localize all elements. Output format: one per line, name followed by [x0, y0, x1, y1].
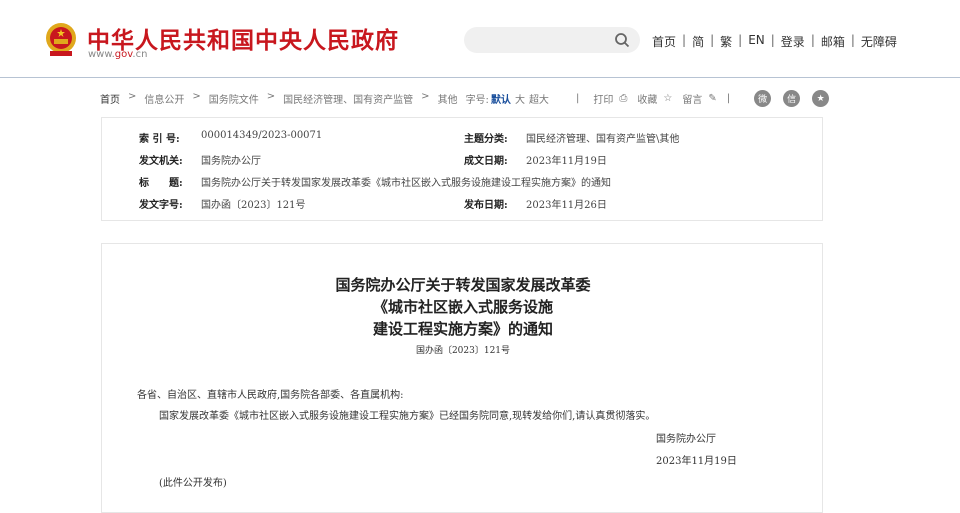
nav-accessibility[interactable]: 无障碍	[861, 33, 897, 50]
document-info-table: 索 引 号: 000014349/2023-00071 主题分类: 国民经济管理、国…	[101, 117, 823, 221]
crumb-category[interactable]: 国民经济管理、国有资产监管	[283, 91, 413, 106]
divider: |	[576, 93, 580, 104]
favorite-share-icon[interactable]: ★	[812, 90, 830, 107]
comment-button[interactable]: 留言	[682, 91, 702, 106]
crumb-info[interactable]: 信息公开	[144, 91, 184, 106]
publish-note: (此件公开发布)	[159, 478, 227, 489]
info-docno: 发文字号: 国办函〔2023〕121号	[139, 200, 306, 211]
sign-date: 2023年11月19日	[656, 456, 737, 467]
print-button[interactable]: 打印	[593, 91, 613, 106]
crumb-sep: >	[421, 91, 430, 102]
salutation: 各省、自治区、直辖市人民政府,国务院各部委、各直属机构:	[137, 390, 404, 401]
breadcrumb: 首页 > 信息公开 > 国务院文件 > 国民经济管理、国有资产监管 > 其他 字…	[100, 91, 549, 106]
article-title-line: 建设工程实施方案》的通知	[372, 320, 553, 338]
info-pub-date: 发布日期: 2023年11月26日	[464, 200, 607, 211]
nav-simplified[interactable]: 简	[692, 33, 704, 50]
article-body: 国务院办公厅关于转发国家发展改革委 《城市社区嵌入式服务设施 建设工程实施方案》…	[101, 243, 823, 513]
crumb-other[interactable]: 其他	[438, 91, 458, 106]
search-icon[interactable]	[614, 32, 630, 48]
top-nav: 首页 | 简 | 繁 | EN | 登录 | 邮箱 | 无障碍	[652, 33, 897, 50]
nav-home[interactable]: 首页	[652, 33, 676, 50]
nav-traditional[interactable]: 繁	[720, 33, 732, 50]
weibo-share-icon[interactable]: 微	[754, 90, 772, 107]
article-title-line: 国务院办公厅关于转发国家发展改革委	[335, 276, 591, 294]
info-topic: 主题分类: 国民经济管理、国有资产监管\其他	[464, 134, 680, 145]
font-size-label: 字号:	[465, 95, 489, 106]
toolbar: | 打印 ⎙ 收藏 ☆ 留言 ✎ | 微 信 ★	[576, 90, 830, 107]
search-input[interactable]	[464, 27, 640, 53]
article-title-line: 《城市社区嵌入式服务设施	[372, 298, 553, 316]
site-header: 中华人民共和国中央人民政府 www.gov.cn 首页 | 简 | 繁 | EN | 登…	[0, 0, 960, 78]
signer: 国务院办公厅	[656, 434, 716, 445]
site-url: www.gov.cn	[88, 49, 148, 60]
crumb-sep: >	[266, 91, 276, 102]
body-paragraph: 国家发展改革委《城市社区嵌入式服务设施建设工程实施方案》已经国务院同意,现转发给…	[159, 411, 656, 422]
nav-login[interactable]: 登录	[781, 33, 805, 50]
divider: |	[726, 93, 731, 104]
info-issuer: 发文机关: 国务院办公厅	[139, 156, 261, 167]
nav-mail[interactable]: 邮箱	[821, 33, 845, 50]
info-title: 标 题: 国务院办公厅关于转发国家发展改革委《城市社区嵌入式服务设施建设工程实施方…	[139, 178, 611, 189]
pencil-icon[interactable]: ✎	[708, 93, 716, 104]
star-icon[interactable]: ☆	[663, 93, 672, 104]
font-xlarge[interactable]: 超大	[529, 91, 549, 106]
font-default[interactable]: 默认	[491, 91, 511, 106]
crumb-docs[interactable]: 国务院文件	[209, 91, 259, 106]
font-large[interactable]: 大	[515, 91, 525, 106]
article-docno: 国办函〔2023〕121号	[415, 346, 511, 356]
info-index: 索 引 号: 000014349/2023-00071	[139, 130, 323, 145]
info-written-date: 成文日期: 2023年11月19日	[464, 156, 607, 167]
crumb-sep: >	[128, 91, 137, 102]
crumb-sep: >	[192, 91, 201, 102]
wechat-share-icon[interactable]: 信	[783, 90, 801, 107]
national-emblem-logo[interactable]	[44, 22, 78, 58]
printer-icon[interactable]: ⎙	[619, 93, 627, 104]
favorite-button[interactable]: 收藏	[637, 91, 657, 106]
nav-english[interactable]: EN	[748, 33, 765, 50]
crumb-home[interactable]: 首页	[100, 91, 120, 106]
